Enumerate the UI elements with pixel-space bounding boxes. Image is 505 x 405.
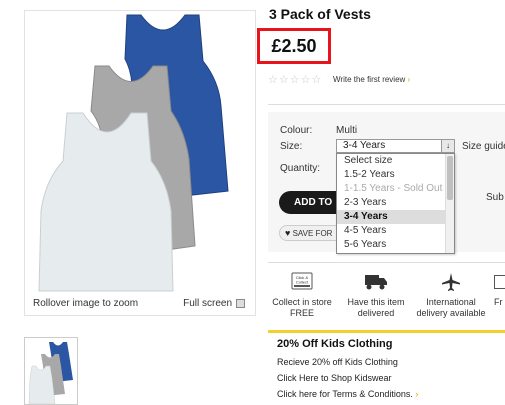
size-option[interactable]: 4-5 Years [337, 224, 454, 238]
arrow-right-icon: › [415, 389, 419, 399]
size-option[interactable]: Select size [337, 154, 454, 168]
service-line2: FREE [289, 308, 314, 318]
size-option[interactable]: 1.5-2 Years [337, 168, 454, 182]
colour-label: Colour: [280, 125, 313, 136]
truck-icon [365, 275, 387, 290]
promo-title: 20% Off Kids Clothing [277, 338, 393, 350]
price-highlight-box: £2.50 [257, 28, 331, 64]
click-collect-service[interactable]: Click & Collect Collect in store FREE [268, 271, 336, 319]
delivery-service[interactable]: Have this item delivered [341, 271, 411, 319]
terms-conditions-link[interactable]: Click here for Terms & Conditions. › [277, 389, 418, 399]
add-to-bag-button[interactable]: ADD TO [279, 191, 339, 214]
service-line1: Fr [494, 297, 503, 307]
arrow-right-icon: › [407, 75, 411, 84]
save-for-later-button[interactable]: ♥ SAVE FOR [279, 225, 337, 241]
fullscreen-button[interactable]: Full screen [183, 298, 245, 309]
service-line1: Collect in store [272, 297, 332, 307]
service-line2: delivered [357, 308, 395, 318]
thumbnail-vests-image [28, 342, 73, 404]
partial-icon [494, 275, 505, 289]
fullscreen-label: Full screen [183, 298, 232, 309]
shop-kidswear-link[interactable]: Click Here to Shop Kidswear [277, 373, 392, 383]
size-selected-value: 3-4 Years [343, 140, 386, 151]
product-price: £2.50 [271, 35, 317, 56]
size-label: Size: [280, 141, 303, 152]
divider [268, 262, 505, 263]
subscribe-link[interactable]: Sub [486, 192, 504, 203]
product-title: 3 Pack of Vests [269, 6, 371, 22]
scrollbar-thumb[interactable] [447, 156, 453, 200]
click-collect-icon-text-2: Collect [296, 280, 309, 285]
service-line2: delivery available [416, 308, 486, 318]
service-line1: Have this item [347, 297, 405, 307]
product-image-panel[interactable]: Rollover image to zoom Full screen [24, 10, 256, 316]
save-for-later-label: SAVE FOR [292, 229, 333, 238]
colour-value: Multi [336, 125, 358, 136]
heart-icon: ♥ [285, 228, 291, 238]
promo-description: Recieve 20% off Kids Clothing [277, 357, 398, 367]
size-option: 1-1.5 Years - Sold Out [344, 183, 443, 194]
rollover-zoom-text: Rollover image to zoom [33, 298, 139, 309]
size-guide-link[interactable]: Size guide [462, 141, 505, 152]
fullscreen-icon [236, 299, 245, 308]
promo-accent-bar [268, 330, 505, 333]
product-image-vests[interactable] [25, 11, 257, 301]
product-thumbnail[interactable] [24, 337, 78, 405]
click-collect-icon: Click & Collect [291, 272, 313, 290]
size-option[interactable]: 3-4 Years [337, 210, 454, 224]
size-dropdown-list[interactable]: Select size 1.5-2 Years 1-1.5 Years - Sold… [336, 153, 455, 254]
rating-stars[interactable]: ☆☆☆☆☆ [268, 73, 322, 86]
write-review-label: Write the first review [333, 75, 406, 84]
quantity-label: Quantity: [280, 163, 321, 174]
international-delivery-service[interactable]: International delivery available [414, 271, 488, 319]
divider [268, 104, 505, 105]
partial-service[interactable]: Fr [494, 271, 505, 308]
terms-conditions-label: Click here for Terms & Conditions. [277, 389, 413, 399]
plane-icon [442, 273, 460, 291]
arrow-down-icon[interactable]: ↓ [441, 140, 454, 152]
service-line1: International [426, 297, 476, 307]
size-select[interactable]: 3-4 Years ↓ [336, 139, 455, 153]
dropdown-scrollbar[interactable] [445, 154, 454, 253]
size-option[interactable]: 5-6 Years [337, 238, 454, 252]
size-option[interactable]: 2-3 Years [337, 196, 454, 210]
write-review-link[interactable]: Write the first review › [333, 75, 410, 84]
